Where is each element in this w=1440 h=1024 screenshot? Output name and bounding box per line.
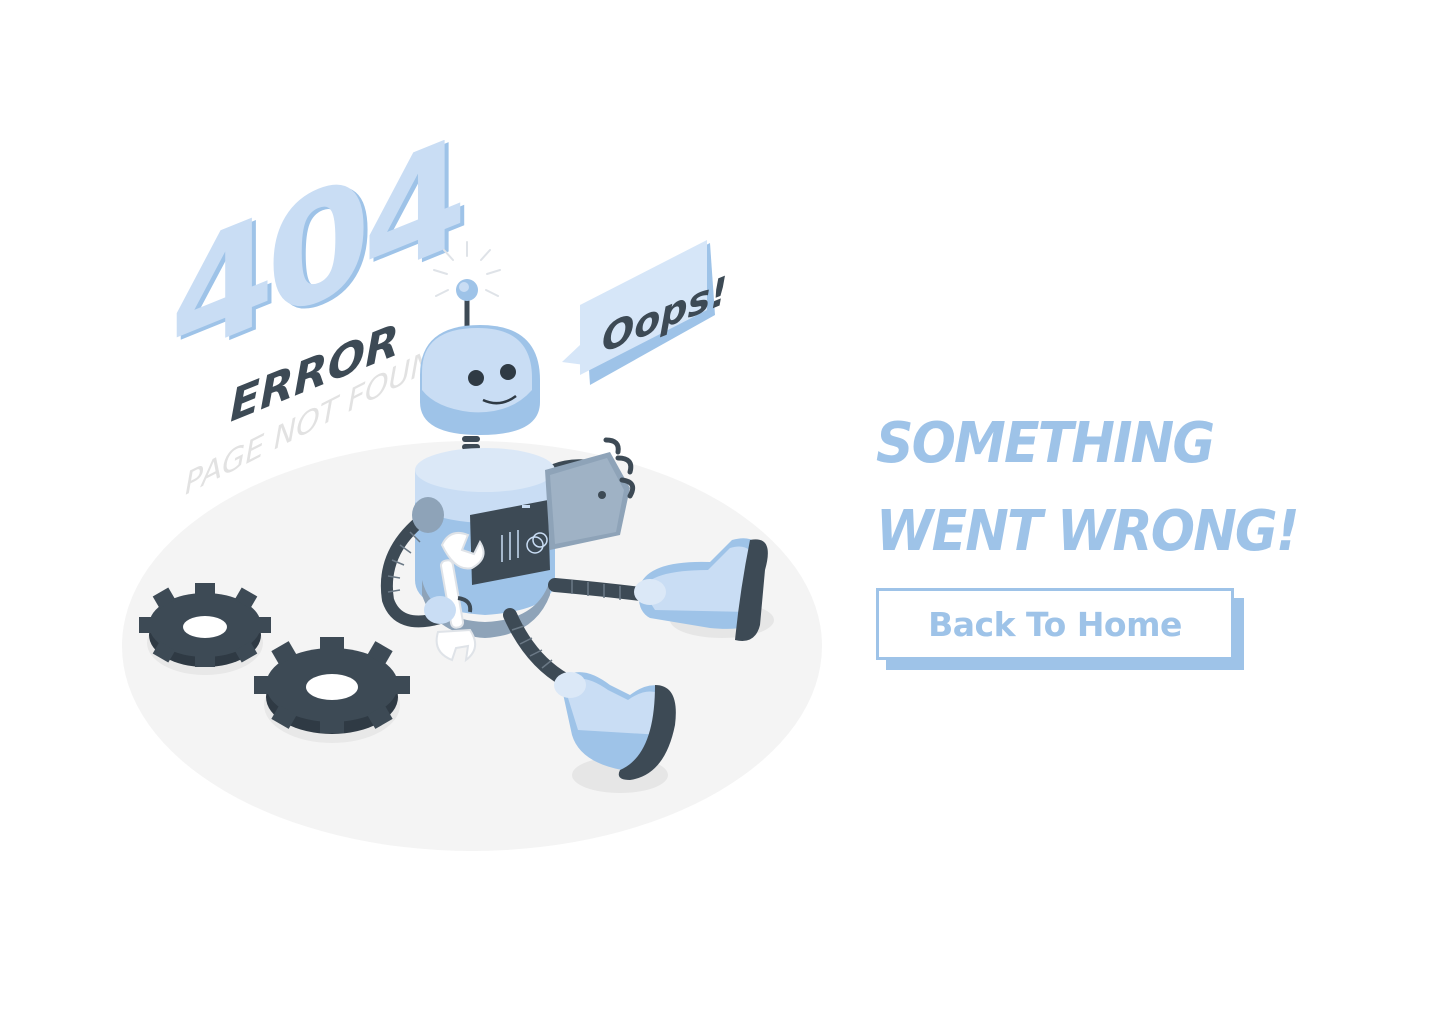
headline-line-2: WENT WRONG! — [876, 499, 1300, 564]
gear-icon — [254, 637, 410, 743]
back-to-home-wrapper: Back To Home — [876, 588, 1244, 670]
speech-bubble-icon: Oops! — [562, 240, 728, 385]
error-page: 404 404 ERROR PAGE NOT FOUND Oops! SOMET… — [0, 0, 1440, 1024]
error-message: SOMETHING WENT WRONG! Back To Home — [876, 400, 1396, 670]
headline-line-1: SOMETHING — [876, 411, 1215, 476]
error-illustration: 404 404 ERROR PAGE NOT FOUND Oops! — [110, 140, 840, 860]
gear-icon — [139, 583, 271, 675]
back-to-home-button[interactable]: Back To Home — [876, 588, 1234, 660]
